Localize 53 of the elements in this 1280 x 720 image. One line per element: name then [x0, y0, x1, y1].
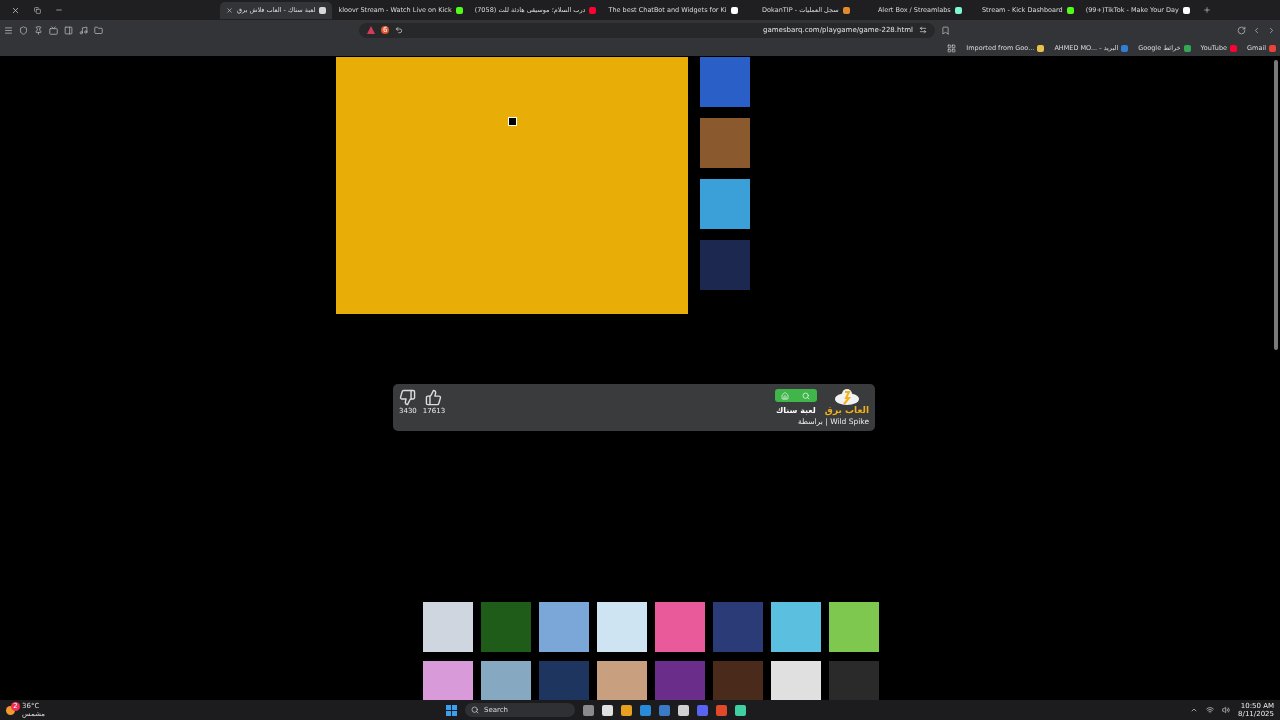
game-thumbnail[interactable] — [539, 661, 589, 700]
back-icon[interactable] — [1252, 25, 1261, 35]
game-thumbnail[interactable] — [655, 602, 705, 652]
game-thumbnail[interactable] — [597, 602, 647, 652]
game-thumbnail[interactable] — [481, 602, 531, 652]
apps-grid-icon[interactable] — [947, 43, 957, 53]
game-thumbnail[interactable] — [771, 661, 821, 700]
taskbar-app-icon[interactable] — [678, 704, 689, 716]
pin-icon[interactable] — [34, 25, 43, 35]
close-tab-icon[interactable] — [226, 6, 233, 14]
taskbar-app-icon[interactable] — [602, 704, 613, 716]
site-logo-text[interactable]: العاب برق — [824, 405, 869, 415]
game-thumbnail[interactable] — [481, 661, 531, 700]
triangle-icon[interactable] — [367, 26, 375, 34]
start-icon[interactable] — [446, 704, 457, 716]
search-icon — [802, 391, 811, 400]
home-icon — [781, 391, 790, 400]
music-icon[interactable] — [79, 25, 88, 35]
chevron-up-icon[interactable] — [1190, 706, 1199, 714]
thumbs-up-icon[interactable] — [425, 389, 443, 406]
search-icon — [471, 706, 479, 714]
game-thumbnail[interactable] — [829, 602, 879, 652]
thumbs-down-icon[interactable] — [399, 389, 417, 406]
game-thumbnail[interactable] — [700, 240, 750, 290]
shield-icon[interactable] — [19, 25, 28, 35]
sidebar-icon[interactable] — [64, 25, 73, 35]
game-thumbnail[interactable] — [713, 661, 763, 700]
taskbar-app-icon[interactable] — [735, 704, 746, 716]
volume-icon[interactable] — [1222, 706, 1231, 714]
reload-icon[interactable] — [1237, 25, 1246, 35]
scrollbar[interactable] — [1274, 60, 1278, 350]
game-thumbnail[interactable] — [829, 661, 879, 700]
snake-head — [507, 117, 517, 126]
swap-icon[interactable] — [919, 26, 927, 34]
undo-icon[interactable] — [395, 26, 404, 34]
taskbar-app-icon[interactable] — [621, 704, 632, 716]
game-thumbnail[interactable] — [597, 661, 647, 700]
forward-icon[interactable] — [1267, 25, 1276, 35]
game-title: لعبة سناك — [775, 406, 816, 415]
game-thumbnail[interactable] — [655, 661, 705, 700]
game-thumbnail[interactable] — [713, 602, 763, 652]
bookmark-icon[interactable] — [941, 25, 950, 35]
home-button[interactable] — [774, 389, 796, 402]
game-thumbnail[interactable] — [771, 602, 821, 652]
game-thumbnail[interactable] — [700, 179, 750, 229]
screen-icon[interactable] — [49, 25, 58, 35]
network-icon[interactable] — [1206, 706, 1215, 714]
game-thumbnail[interactable] — [700, 118, 750, 168]
game-thumbnail[interactable] — [700, 57, 750, 107]
menu-icon[interactable] — [4, 25, 13, 35]
game-thumbnail[interactable] — [423, 602, 473, 652]
game-thumbnail[interactable] — [539, 602, 589, 652]
game-thumbnail[interactable] — [423, 661, 473, 700]
